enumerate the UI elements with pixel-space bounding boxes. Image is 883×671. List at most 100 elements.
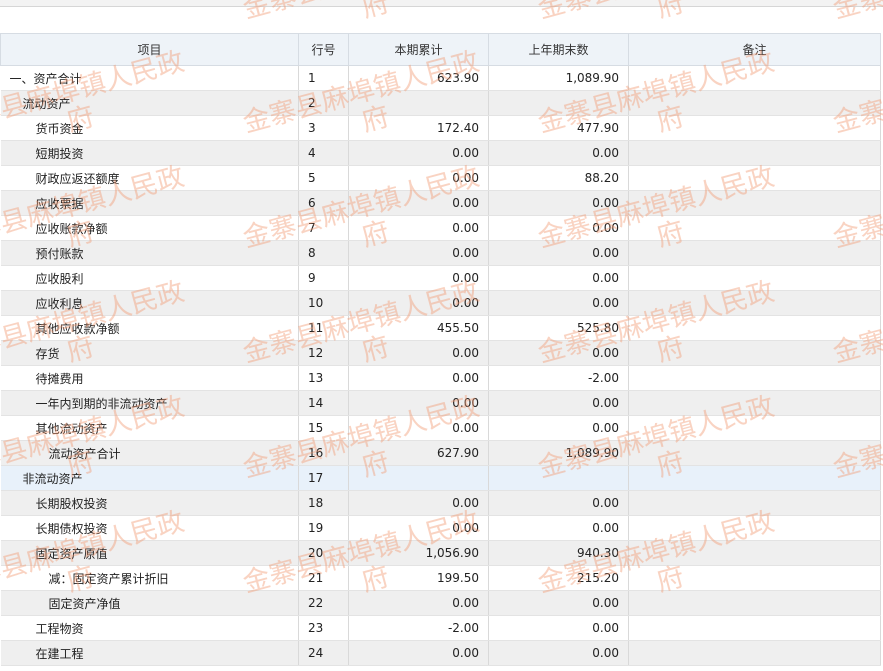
cell-note[interactable]	[628, 515, 881, 541]
cell-current[interactable]: 0.00	[348, 590, 489, 616]
cell-item[interactable]: 预付账款	[0, 240, 299, 266]
cell-item[interactable]: 长期债权投资	[0, 515, 299, 541]
cell-previous[interactable]: 0.00	[488, 265, 629, 291]
cell-current[interactable]: 199.50	[348, 565, 489, 591]
cell-note[interactable]	[628, 440, 881, 466]
cell-current[interactable]: 0.00	[348, 290, 489, 316]
table-row[interactable]: 一年内到期的非流动资产 14 0.00 0.00	[0, 390, 881, 416]
cell-item[interactable]: 固定资产原值	[0, 540, 299, 566]
cell-note[interactable]	[628, 615, 881, 641]
cell-previous[interactable]: 0.00	[488, 140, 629, 166]
cell-line-no[interactable]: 19	[298, 515, 349, 541]
cell-line-no[interactable]: 14	[298, 390, 349, 416]
cell-line-no[interactable]: 23	[298, 615, 349, 641]
table-row[interactable]: 财政应返还额度 5 0.00 88.20	[0, 165, 881, 191]
table-row[interactable]: 货币资金 3 172.40 477.90	[0, 115, 881, 141]
cell-current[interactable]: 623.90	[348, 65, 489, 91]
cell-line-no[interactable]: 16	[298, 440, 349, 466]
cell-current[interactable]: 0.00	[348, 415, 489, 441]
cell-item[interactable]: 一、资产合计	[0, 65, 299, 91]
cell-item[interactable]: 应收账款净额	[0, 215, 299, 241]
cell-line-no[interactable]: 22	[298, 590, 349, 616]
cell-item[interactable]: 存货	[0, 340, 299, 366]
cell-previous[interactable]: 525.80	[488, 315, 629, 341]
cell-line-no[interactable]: 20	[298, 540, 349, 566]
table-row[interactable]: 流动资产 2	[0, 90, 881, 116]
cell-previous[interactable]: 0.00	[488, 215, 629, 241]
cell-current[interactable]: 0.00	[348, 240, 489, 266]
cell-current[interactable]: 0.00	[348, 265, 489, 291]
cell-current[interactable]: 0.00	[348, 340, 489, 366]
cell-current[interactable]	[348, 90, 489, 116]
cell-line-no[interactable]: 4	[298, 140, 349, 166]
cell-line-no[interactable]: 1	[298, 65, 349, 91]
table-row[interactable]: 流动资产合计 16 627.90 1,089.90	[0, 440, 881, 466]
cell-previous[interactable]: 477.90	[488, 115, 629, 141]
cell-item[interactable]: 非流动资产	[0, 465, 299, 491]
column-header-line-no[interactable]: 行号	[298, 33, 349, 66]
cell-item[interactable]: 其他流动资产	[0, 415, 299, 441]
cell-current[interactable]: 0.00	[348, 140, 489, 166]
cell-note[interactable]	[628, 365, 881, 391]
cell-line-no[interactable]: 24	[298, 640, 349, 666]
cell-item[interactable]: 流动资产	[0, 90, 299, 116]
cell-previous[interactable]: 0.00	[488, 615, 629, 641]
table-row[interactable]: 应收股利 9 0.00 0.00	[0, 265, 881, 291]
column-header-note[interactable]: 备注	[628, 33, 881, 66]
cell-note[interactable]	[628, 340, 881, 366]
cell-previous[interactable]: 940.30	[488, 540, 629, 566]
cell-item[interactable]: 长期股权投资	[0, 490, 299, 516]
table-row[interactable]: 短期投资 4 0.00 0.00	[0, 140, 881, 166]
cell-current[interactable]: 0.00	[348, 365, 489, 391]
table-row[interactable]: 固定资产原值 20 1,056.90 940.30	[0, 540, 881, 566]
cell-current[interactable]: 0.00	[348, 490, 489, 516]
cell-note[interactable]	[628, 240, 881, 266]
cell-current[interactable]: 0.00	[348, 190, 489, 216]
cell-note[interactable]	[628, 90, 881, 116]
cell-current[interactable]: 0.00	[348, 515, 489, 541]
cell-previous[interactable]: 88.20	[488, 165, 629, 191]
cell-previous[interactable]: 0.00	[488, 640, 629, 666]
cell-note[interactable]	[628, 565, 881, 591]
cell-previous[interactable]: 0.00	[488, 240, 629, 266]
table-row[interactable]: 存货 12 0.00 0.00	[0, 340, 881, 366]
cell-line-no[interactable]: 2	[298, 90, 349, 116]
table-row-selected[interactable]: 非流动资产 17	[0, 465, 881, 491]
cell-previous[interactable]: 0.00	[488, 190, 629, 216]
cell-current[interactable]: 0.00	[348, 640, 489, 666]
cell-note[interactable]	[628, 390, 881, 416]
cell-previous[interactable]	[488, 465, 629, 491]
table-row[interactable]: 减：固定资产累计折旧 21 199.50 215.20	[0, 565, 881, 591]
cell-line-no[interactable]: 6	[298, 190, 349, 216]
cell-line-no[interactable]: 8	[298, 240, 349, 266]
table-row[interactable]: 应收票据 6 0.00 0.00	[0, 190, 881, 216]
cell-current[interactable]: 172.40	[348, 115, 489, 141]
cell-item[interactable]: 短期投资	[0, 140, 299, 166]
cell-item[interactable]: 固定资产净值	[0, 590, 299, 616]
cell-item[interactable]: 一年内到期的非流动资产	[0, 390, 299, 416]
cell-current[interactable]: -2.00	[348, 615, 489, 641]
cell-previous[interactable]: 1,089.90	[488, 440, 629, 466]
cell-note[interactable]	[628, 590, 881, 616]
cell-line-no[interactable]: 13	[298, 365, 349, 391]
cell-line-no[interactable]: 7	[298, 215, 349, 241]
cell-current[interactable]: 0.00	[348, 165, 489, 191]
column-header-item[interactable]: 项目	[0, 33, 299, 66]
cell-line-no[interactable]: 3	[298, 115, 349, 141]
cell-previous[interactable]: 0.00	[488, 390, 629, 416]
cell-item[interactable]: 待摊费用	[0, 365, 299, 391]
column-header-previous-end[interactable]: 上年期末数	[488, 33, 629, 66]
cell-item[interactable]: 应收股利	[0, 265, 299, 291]
cell-line-no[interactable]: 12	[298, 340, 349, 366]
table-row[interactable]: 工程物资 23 -2.00 0.00	[0, 615, 881, 641]
cell-line-no[interactable]: 21	[298, 565, 349, 591]
cell-note[interactable]	[628, 115, 881, 141]
cell-line-no[interactable]: 18	[298, 490, 349, 516]
column-header-current-total[interactable]: 本期累计	[348, 33, 489, 66]
cell-previous[interactable]: 0.00	[488, 290, 629, 316]
cell-note[interactable]	[628, 415, 881, 441]
cell-line-no[interactable]: 5	[298, 165, 349, 191]
cell-current[interactable]: 0.00	[348, 390, 489, 416]
cell-previous[interactable]: 0.00	[488, 340, 629, 366]
cell-item[interactable]: 工程物资	[0, 615, 299, 641]
